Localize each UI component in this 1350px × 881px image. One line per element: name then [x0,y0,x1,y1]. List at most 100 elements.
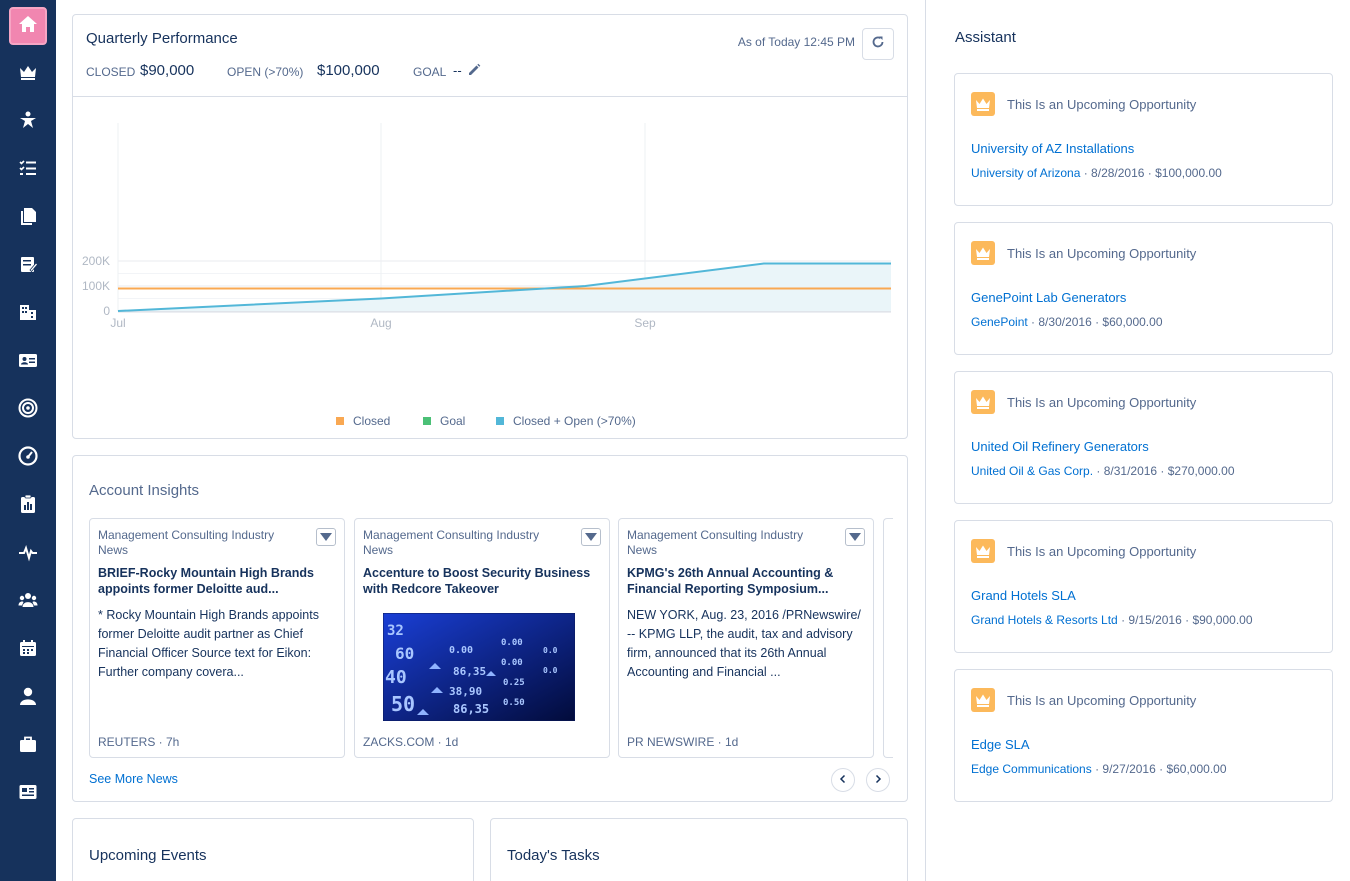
nav-campaigns[interactable] [8,390,48,430]
news-category: Management Consulting Industry News [627,528,804,557]
nav-cases[interactable] [8,726,48,766]
goal-value: -- [453,63,462,78]
user-icon [18,686,38,711]
crown-icon [18,62,38,87]
news-card[interactable]: Management Consulting Industry News BRIE… [89,518,345,758]
carousel-next-button[interactable] [866,768,890,792]
opportunity-name-link[interactable]: GenePoint Lab Generators [971,290,1126,305]
legend-closed-open-swatch [496,417,504,425]
y-tick-label: 200K [82,254,110,268]
upcoming-events-card: Upcoming Events [72,818,474,881]
nav-groups[interactable] [8,582,48,622]
x-axis-ticks: Jul Aug Sep [110,316,656,330]
see-more-news-link[interactable]: See More News [89,772,178,786]
pulse-icon [18,542,38,567]
legend-closed: Closed [336,414,390,428]
opportunity-details: · 9/15/2016 · $90,000.00 [1117,613,1253,627]
news-source: REUTERS · 7h [98,735,180,749]
task-list-icon [18,158,38,183]
news-headline[interactable]: Accenture to Boost Security Business wit… [363,565,601,597]
news-card[interactable]: Management Consulting Industry News Acce… [354,518,610,758]
opportunity-account-link[interactable]: Grand Hotels & Resorts Ltd [971,613,1118,627]
nav-notes[interactable] [8,246,48,286]
opportunity-header: This Is an Upcoming Opportunity [1007,395,1197,410]
caret-down-icon [849,528,861,546]
home-icon [18,14,38,39]
nav-activity[interactable] [8,534,48,574]
svg-text:86,35: 86,35 [453,665,486,678]
nav-dashboards[interactable] [8,438,48,478]
legend-goal-label: Goal [440,414,466,428]
opportunity-name-link[interactable]: United Oil Refinery Generators [971,439,1149,454]
closed-value: $90,000 [140,62,195,79]
svg-text:0.50: 0.50 [503,698,525,708]
news-headline[interactable]: BRIEF-Rocky Mountain High Brands appoint… [98,565,336,597]
opportunity-crown-icon [971,241,995,265]
opportunity-header: This Is an Upcoming Opportunity [1007,544,1197,559]
nav-tasks[interactable] [8,150,48,190]
legend-closed-open: Closed + Open (>70%) [496,414,636,428]
nav-contacts[interactable] [8,342,48,382]
opportunity-card: This Is an Upcoming Opportunity Grand Ho… [954,520,1333,653]
opportunity-crown-icon [971,539,995,563]
svg-text:50: 50 [391,692,415,716]
opportunity-name-link[interactable]: Grand Hotels SLA [971,588,1076,603]
nav-opportunities[interactable] [8,54,48,94]
todays-tasks-card: Today's Tasks [490,818,908,881]
opportunity-card: This Is an Upcoming Opportunity GenePoin… [954,222,1333,355]
svg-text:0.00: 0.00 [449,645,473,656]
svg-text:40: 40 [385,667,407,688]
opportunity-header: This Is an Upcoming Opportunity [1007,97,1197,112]
assistant-panel: Assistant This Is an Upcoming Opportunit… [925,0,1350,881]
nav-files[interactable] [8,198,48,238]
opportunity-name-link[interactable]: Edge SLA [971,737,1030,752]
caret-down-icon [320,528,332,546]
nav-accounts[interactable] [8,294,48,334]
todays-tasks-title: Today's Tasks [507,847,600,864]
refresh-icon [871,35,885,54]
opportunity-header: This Is an Upcoming Opportunity [1007,693,1197,708]
nav-reports[interactable] [8,486,48,526]
open-label: OPEN (>70%) [227,65,304,79]
notes-icon [18,254,39,279]
opportunity-account-link[interactable]: University of Arizona [971,166,1080,180]
news-source: PR NEWSWIRE · 1d [627,735,739,749]
nav-home[interactable] [9,7,47,45]
opportunity-meta: GenePoint · 8/30/2016 · $60,000.00 [971,315,1163,329]
opportunity-account-link[interactable]: United Oil & Gas Corp. [971,464,1093,478]
news-menu-button[interactable] [845,528,865,546]
refresh-button[interactable] [862,28,894,60]
caret-down-icon [585,528,597,546]
legend-goal: Goal [423,414,465,428]
nav-people[interactable] [8,678,48,718]
opportunity-header: This Is an Upcoming Opportunity [1007,246,1197,261]
news-category: Management Consulting Industry News [98,528,275,557]
opportunity-name-link[interactable]: University of AZ Installations [971,141,1134,156]
svg-text:38,90: 38,90 [449,685,482,698]
opportunity-meta: University of Arizona · 8/28/2016 · $100… [971,166,1222,180]
opportunity-meta: United Oil & Gas Corp. · 8/31/2016 · $27… [971,464,1235,478]
news-headline[interactable]: KPMG's 26th Annual Accounting & Financia… [627,565,865,597]
news-menu-button[interactable] [316,528,336,546]
briefcase-icon [18,734,38,759]
news-source: ZACKS.COM · 1d [363,735,459,749]
x-tick-label: Jul [110,316,125,330]
edit-goal-pencil-icon[interactable] [467,63,481,82]
news-card[interactable]: Management Consulting Industry News KPMG… [618,518,874,758]
as-of-timestamp: As of Today 12:45 PM [737,35,855,49]
news-menu-button[interactable] [581,528,601,546]
chevron-right-icon [873,771,883,789]
svg-text:0.0: 0.0 [543,666,558,675]
nav-news[interactable] [8,774,48,814]
opportunity-account-link[interactable]: Edge Communications [971,762,1092,776]
opportunity-account-link[interactable]: GenePoint [971,315,1028,329]
nav-leads[interactable] [8,102,48,142]
opportunity-details: · 9/27/2016 · $60,000.00 [1091,762,1227,776]
svg-text:60: 60 [395,644,414,663]
quarterly-performance-card: Quarterly Performance As of Today 12:45 … [72,14,908,439]
opportunity-card: This Is an Upcoming Opportunity United O… [954,371,1333,504]
carousel-previous-button[interactable] [831,768,855,792]
goal-label: GOAL [413,65,447,79]
nav-calendar[interactable] [8,630,48,670]
svg-text:0.00: 0.00 [501,638,523,648]
